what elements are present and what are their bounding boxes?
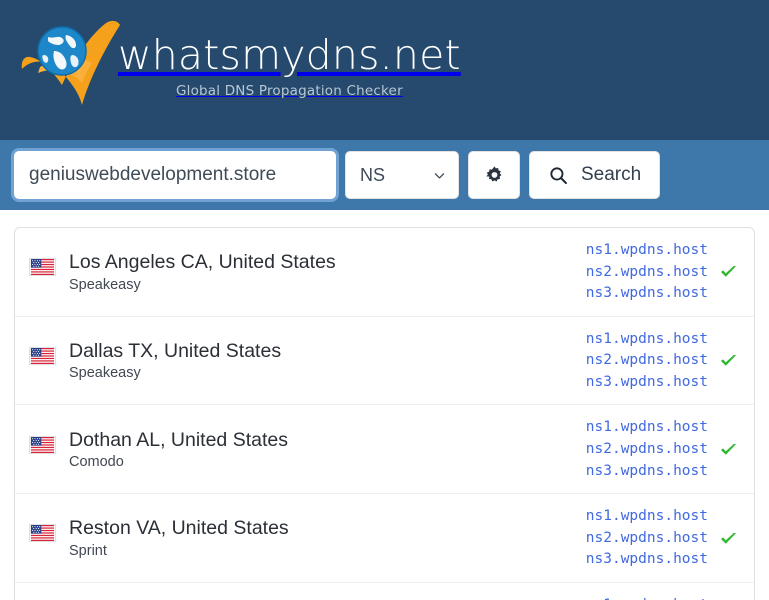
- location-text-block: Dothan AL, United States Comodo: [69, 429, 288, 470]
- location-text-block: Dallas TX, United States Speakeasy: [69, 340, 281, 381]
- isp-name: Speakeasy: [69, 365, 141, 382]
- search-button-label: Search: [581, 164, 642, 185]
- result-row: Dothan AL, United States Comodo ns1.wpdns.…: [15, 405, 754, 495]
- result-row: Boston MA, United StatesSpeakeasyns1.wpd…: [15, 583, 754, 600]
- dns-record-link[interactable]: ns2.wpdns.host: [586, 528, 708, 549]
- dns-record-link[interactable]: ns2.wpdns.host: [586, 350, 708, 371]
- green-check-icon: [719, 529, 738, 548]
- result-records-block: ns1.wpdns.hostns2.wpdns.hostns3.wpdns.ho…: [586, 417, 738, 481]
- logo-text-block: whatsmydns.net Global DNS Propagation Ch…: [118, 35, 461, 105]
- domain-input[interactable]: [14, 151, 336, 199]
- dns-record-link[interactable]: ns3.wpdns.host: [586, 283, 708, 304]
- result-records-block: ns1.wpdns.hostns2.wpdns.hostns3.wpdns.ho…: [586, 595, 738, 600]
- dns-record-list: ns1.wpdns.hostns2.wpdns.hostns3.wpdns.ho…: [586, 240, 708, 304]
- us-flag-icon: [29, 524, 56, 543]
- result-row: Reston VA, United States Sprint ns1.wpdns.…: [15, 494, 754, 583]
- result-records-block: ns1.wpdns.hostns2.wpdns.hostns3.wpdns.ho…: [586, 329, 738, 393]
- dns-record-link[interactable]: ns3.wpdns.host: [586, 549, 708, 570]
- us-flag-icon: [29, 258, 56, 277]
- dns-record-link[interactable]: ns2.wpdns.host: [586, 262, 708, 283]
- site-tagline: Global DNS Propagation Checker: [175, 83, 403, 99]
- search-button[interactable]: Search: [529, 151, 661, 199]
- gear-icon: [485, 165, 501, 181]
- dns-record-link[interactable]: ns3.wpdns.host: [586, 372, 708, 393]
- globe-checkmark-logo-icon: [14, 11, 122, 129]
- green-check-icon: [719, 440, 738, 459]
- dns-record-link[interactable]: ns1.wpdns.host: [586, 506, 708, 527]
- result-row: Dallas TX, United States Speakeasy ns1.wpd…: [15, 317, 754, 406]
- results-card: Los Angeles CA, United States Speakeasy ns…: [14, 227, 755, 600]
- result-location-block: Los Angeles CA, United States Speakeasy: [29, 251, 336, 293]
- dns-record-link[interactable]: ns2.wpdns.host: [586, 439, 708, 460]
- dns-record-link[interactable]: ns1.wpdns.host: [586, 417, 708, 438]
- site-header: whatsmydns.net Global DNS Propagation Ch…: [0, 0, 769, 140]
- result-location-block: Dallas TX, United States Speakeasy: [29, 340, 281, 381]
- dns-record-list: ns1.wpdns.hostns2.wpdns.hostns3.wpdns.ho…: [586, 329, 708, 393]
- us-flag-icon: [29, 346, 56, 365]
- result-location-block: Dothan AL, United States Comodo: [29, 429, 288, 470]
- result-row: Los Angeles CA, United States Speakeasy ns…: [15, 228, 754, 317]
- search-icon: [550, 166, 567, 184]
- site-title: whatsmydns.net: [118, 31, 461, 79]
- dns-record-list: ns1.wpdns.hostns2.wpdns.hostns3.wpdns.ho…: [586, 506, 708, 570]
- green-check-icon: [719, 351, 738, 370]
- dns-record-link[interactable]: ns3.wpdns.host: [586, 461, 708, 482]
- dns-record-link[interactable]: ns1.wpdns.host: [586, 329, 708, 350]
- location-text-block: Los Angeles CA, United States Speakeasy: [69, 251, 336, 292]
- search-bar: NS Search: [0, 140, 769, 210]
- isp-name: Speakeasy: [69, 276, 141, 293]
- chevron-down-icon: [434, 172, 445, 179]
- result-records-block: ns1.wpdns.hostns2.wpdns.hostns3.wpdns.ho…: [586, 506, 738, 570]
- location-name: Dothan AL, United States: [69, 428, 288, 451]
- location-name: Reston VA, United States: [69, 517, 289, 540]
- isp-name: Comodo: [69, 454, 124, 471]
- result-location-block: Reston VA, United States Sprint: [29, 517, 289, 559]
- results-area: Los Angeles CA, United States Speakeasy ns…: [0, 210, 769, 600]
- record-type-value: NS: [360, 164, 386, 185]
- isp-name: Sprint: [69, 542, 107, 559]
- record-type-select[interactable]: NS: [345, 151, 459, 199]
- location-name: Los Angeles CA, United States: [69, 251, 336, 274]
- green-check-icon: [719, 262, 738, 281]
- result-records-block: ns1.wpdns.hostns2.wpdns.hostns3.wpdns.ho…: [586, 240, 738, 304]
- location-name: Dallas TX, United States: [69, 339, 282, 362]
- dns-record-list: ns1.wpdns.hostns2.wpdns.hostns3.wpdns.ho…: [586, 595, 708, 600]
- us-flag-icon: [29, 435, 56, 454]
- dns-record-link[interactable]: ns1.wpdns.host: [586, 240, 708, 261]
- location-text-block: Reston VA, United States Sprint: [69, 517, 289, 558]
- dns-record-list: ns1.wpdns.hostns2.wpdns.hostns3.wpdns.ho…: [586, 417, 708, 481]
- dns-record-link[interactable]: ns1.wpdns.host: [586, 595, 708, 600]
- site-logo-link[interactable]: whatsmydns.net Global DNS Propagation Ch…: [14, 11, 461, 129]
- settings-button[interactable]: [468, 151, 520, 199]
